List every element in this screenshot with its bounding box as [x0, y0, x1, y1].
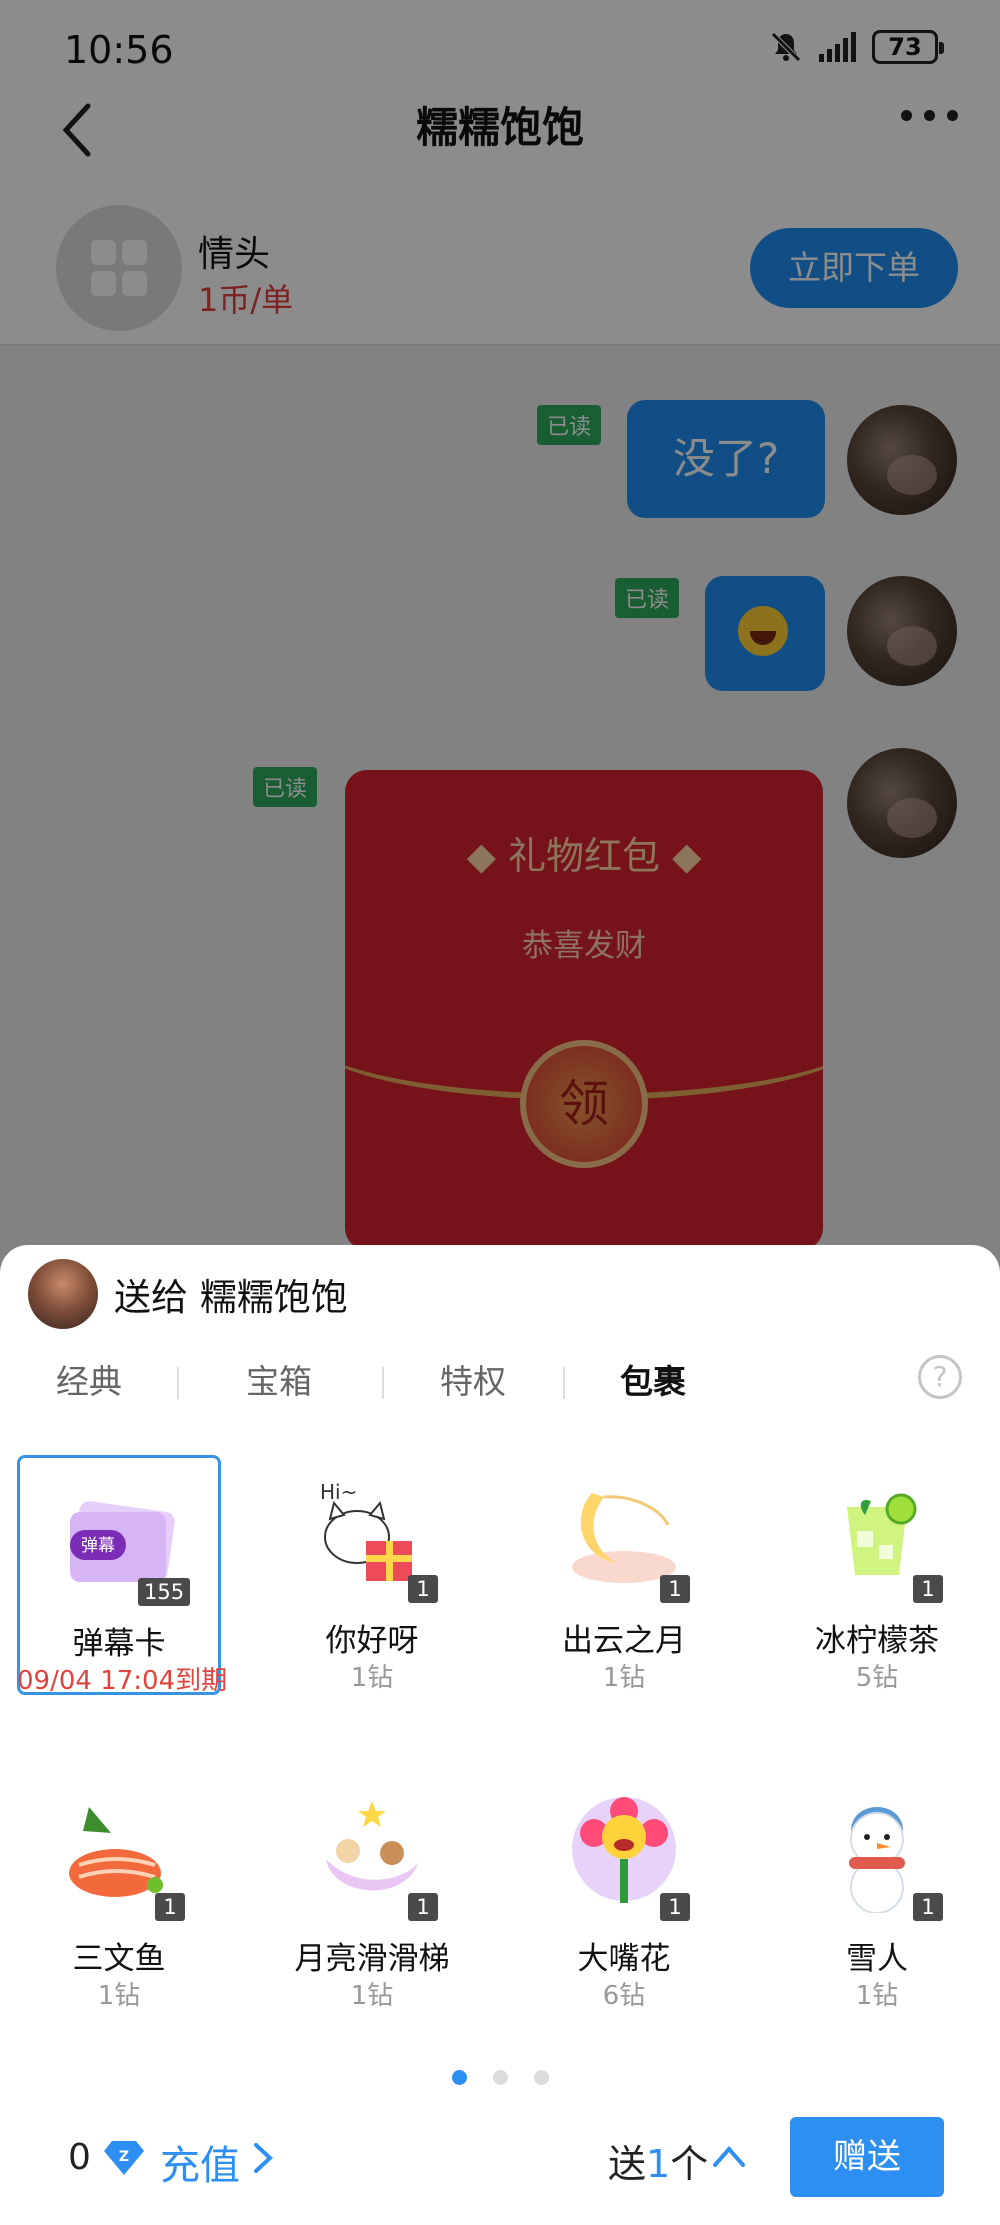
send-gift-button[interactable]: 赠送 [790, 2117, 944, 2197]
page-indicator [0, 2070, 1000, 2085]
gift-count: 1 [408, 1575, 438, 1603]
gift-count: 1 [913, 1893, 943, 1921]
sender-avatar [28, 1259, 98, 1329]
gift-price: 1钻 [97, 1981, 141, 2011]
sheet-header: 送给 糯糯饱饱 [28, 1259, 348, 1329]
svg-text:Hi~: Hi~ [320, 1480, 357, 1504]
gift-name: 冰柠檬茶 [815, 1623, 939, 1659]
gift-name: 你好呀 [325, 1623, 419, 1659]
qty-number: 1 [646, 2142, 671, 2186]
tab-divider [177, 1367, 179, 1399]
gift-count: 155 [138, 1578, 191, 1606]
diamond-icon: Z [104, 2141, 144, 2175]
gift-price: 1钻 [855, 1981, 899, 2011]
gift-footer: 0 Z 充值 送1个 赠送 [0, 2115, 1000, 2215]
gift-name: 大嘴花 [577, 1941, 671, 1977]
gift-name: 雪人 [846, 1941, 908, 1977]
qty-suffix: 个 [670, 2142, 709, 2186]
page-dot[interactable] [492, 2070, 508, 2085]
gift-count: 1 [660, 1893, 690, 1921]
gift-price: 1钻 [350, 1663, 394, 1693]
page-dot[interactable] [533, 2070, 549, 2085]
page-dot[interactable] [451, 2070, 467, 2085]
gift-name: 月亮滑滑梯 [294, 1941, 450, 1977]
gift-count: 1 [155, 1893, 185, 1921]
gift-item[interactable]: 1 雪人 1钻 [775, 1773, 979, 2013]
qty-prefix: 送 [608, 2142, 647, 2186]
help-icon[interactable]: ? [918, 1355, 962, 1399]
tab-treasure-box[interactable]: 宝箱 [246, 1355, 312, 1403]
gift-count: 1 [408, 1893, 438, 1921]
tab-classic[interactable]: 经典 [56, 1355, 122, 1403]
gift-name: 弹幕卡 [72, 1626, 166, 1662]
gift-item[interactable]: 1 三文鱼 1钻 [17, 1773, 221, 2013]
tab-backpack[interactable]: 包裹 [620, 1355, 686, 1403]
recharge-link[interactable]: 充值 [160, 2133, 240, 2191]
gift-item[interactable]: 弹幕 155 弹幕卡 09/04 17:04到期 [17, 1455, 227, 1696]
gift-price: 5钻 [855, 1663, 899, 1693]
gift-price: 1钻 [602, 1663, 646, 1693]
gift-price: 1钻 [350, 1981, 394, 2011]
gift-item[interactable]: 1 大嘴花 6钻 [522, 1773, 726, 2013]
tab-privilege[interactable]: 特权 [440, 1355, 506, 1403]
gift-name: 出云之月 [562, 1623, 686, 1659]
gift-count: 1 [660, 1575, 690, 1603]
gift-tabs: 经典 宝箱 特权 包裹 ? [0, 1355, 1000, 1415]
gift-item[interactable]: 1 出云之月 1钻 [522, 1455, 726, 1695]
gift-item[interactable]: Hi~ 1 你好呀 1钻 [270, 1455, 474, 1695]
gift-price: 6钻 [602, 1981, 646, 2011]
send-to-label: 送给 糯糯饱饱 [114, 1276, 348, 1319]
svg-text:Z: Z [119, 2149, 129, 2165]
chevron-up-icon[interactable] [712, 2141, 746, 2169]
quantity-selector[interactable]: 送1个 [608, 2133, 708, 2188]
gift-sheet: 送给 糯糯饱饱 经典 宝箱 特权 包裹 ? 弹幕 155 弹幕卡 09/04 1… [0, 1245, 1000, 2225]
tab-divider [563, 1367, 565, 1399]
gift-expiry: 09/04 17:04到期 [17, 1666, 228, 1696]
gift-name: 三文鱼 [72, 1941, 166, 1977]
gift-item[interactable]: 1 月亮滑滑梯 1钻 [270, 1773, 474, 2013]
tab-divider [382, 1367, 384, 1399]
diamond-balance: 0 [68, 2137, 91, 2178]
gift-item[interactable]: 1 冰柠檬茶 5钻 [775, 1455, 979, 1695]
svg-text:弹幕: 弹幕 [81, 1536, 115, 1556]
chevron-right-icon[interactable] [250, 2141, 276, 2175]
gift-count: 1 [913, 1575, 943, 1603]
